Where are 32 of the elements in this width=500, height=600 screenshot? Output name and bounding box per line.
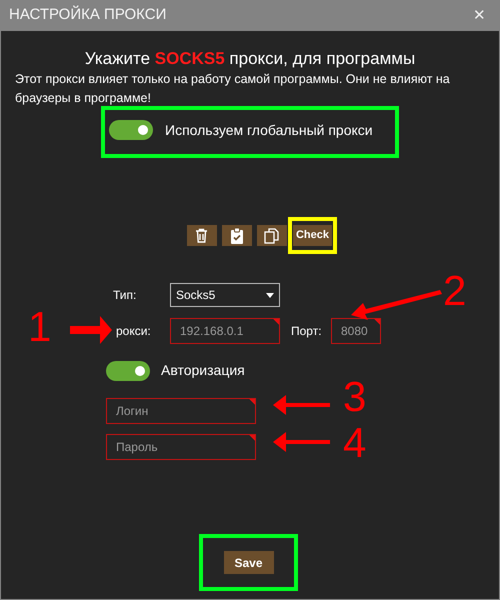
toggle-switch[interactable] xyxy=(106,360,150,380)
toggle-label: Авторизация xyxy=(161,361,245,380)
field-label: Порт: xyxy=(291,323,323,340)
arrow-icon xyxy=(273,395,330,415)
save-button[interactable]: Save xyxy=(224,551,274,574)
field-label: рокси: xyxy=(116,323,152,340)
port-field[interactable]: 8080 xyxy=(331,318,381,344)
arrow-icon xyxy=(273,432,330,452)
toggle-label: Используем глобальный прокси xyxy=(165,120,373,140)
arrow-icon xyxy=(70,316,112,344)
copy-button[interactable] xyxy=(256,225,287,246)
proxy-field[interactable]: 192.168.0.1 xyxy=(170,318,280,344)
arrow-icon xyxy=(351,290,442,320)
check-button[interactable]: Check xyxy=(292,225,332,246)
window-title: НАСТРОЙКА ПРОКСИ xyxy=(9,4,166,26)
copy-icon xyxy=(264,228,280,244)
login-field[interactable]: Логин xyxy=(106,398,256,424)
field-label: Тип: xyxy=(112,287,138,304)
trash-button[interactable] xyxy=(186,225,217,246)
heading: Укажите SOCKS5 прокси, для программы xyxy=(84,48,416,70)
annotation-number: 1 xyxy=(28,306,52,348)
password-field[interactable]: Пароль xyxy=(106,434,256,460)
annotation-number: 2 xyxy=(443,270,466,312)
description-text: Этот прокси влияет только на работу самой программы. Они не влияют на браузеры в программе! xyxy=(15,71,451,107)
clipboard-check-icon xyxy=(230,228,243,244)
clipboard-button[interactable] xyxy=(222,225,252,246)
annotation-number: 3 xyxy=(343,376,366,418)
trash-icon xyxy=(195,228,208,243)
dropdown-arrow-icon xyxy=(266,292,274,298)
annotation-number: 4 xyxy=(343,422,366,464)
type-dropdown[interactable]: Socks5 xyxy=(170,283,280,307)
toggle-switch[interactable] xyxy=(109,120,153,140)
